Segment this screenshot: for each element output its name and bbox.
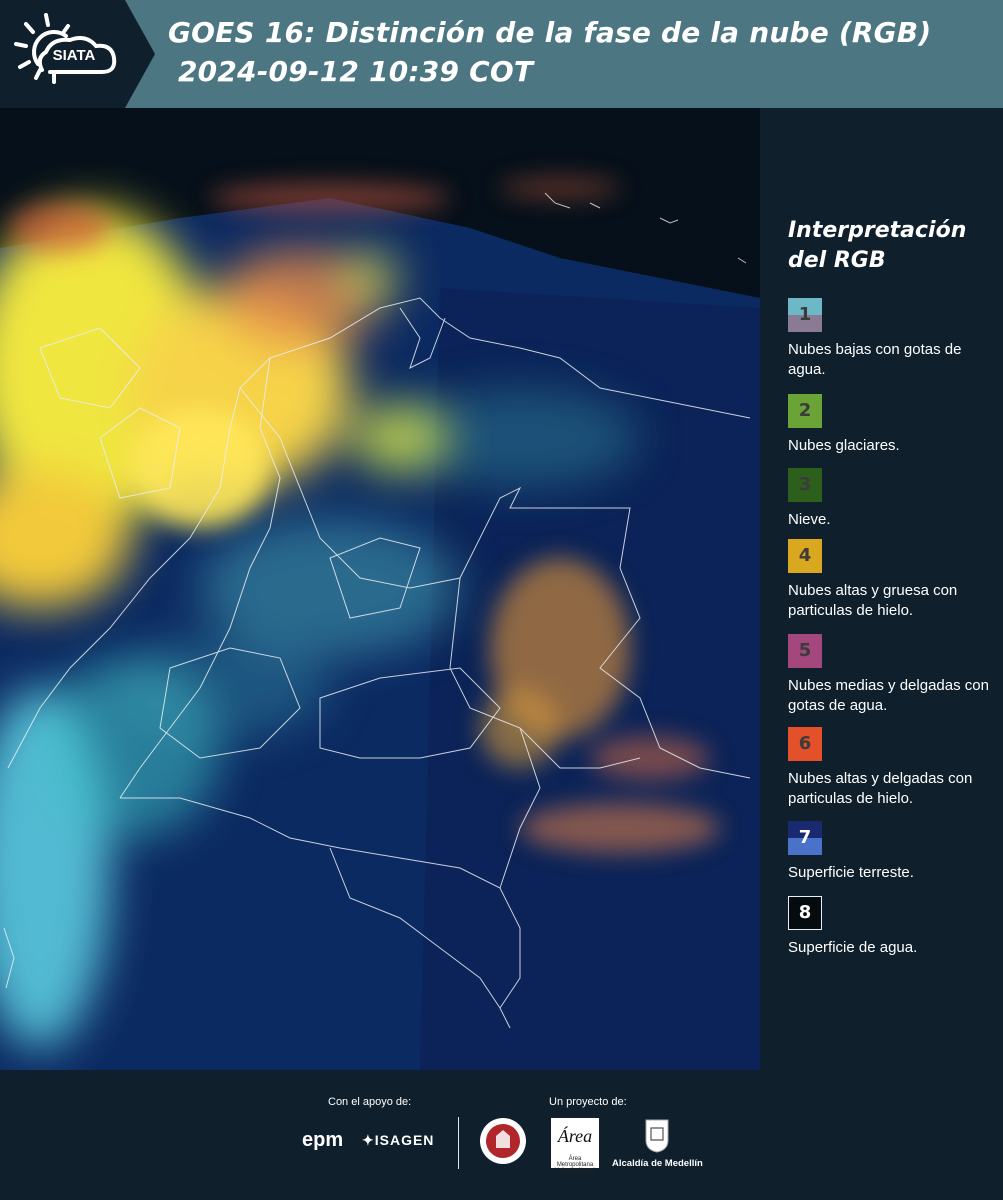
legend-item: 7 Superficie terreste. — [788, 821, 998, 883]
legend-item: 2 Nubes glaciares. — [788, 394, 998, 456]
legend-swatch: 3 — [788, 468, 822, 502]
shield-icon — [645, 1119, 669, 1153]
logo-arrow-decoration — [125, 0, 155, 108]
legend-item: 5 Nubes medias y delgadas con gotas de a… — [788, 634, 998, 716]
siata-logo: SIATA — [0, 0, 125, 108]
epm-logo: epm — [302, 1129, 344, 1151]
legend-swatch: 7 — [788, 821, 822, 855]
project-label: Un proyecto de: — [549, 1096, 627, 1108]
legend-number: 3 — [798, 474, 812, 495]
legend-item: 8 Superficie de agua. — [788, 896, 998, 958]
sun-cloud-icon: SIATA — [14, 13, 117, 84]
svg-text:Área: Área — [557, 1125, 592, 1146]
legend-label: Nubes medias y delgadas con gotas de agu… — [788, 677, 989, 714]
seal-icon — [480, 1118, 526, 1164]
legend-swatch: 2 — [788, 394, 822, 428]
legend-label: Superficie de agua. — [788, 939, 918, 956]
legend-title: Interpretación del RGB — [788, 218, 967, 273]
isagen-label: ISAGEN — [374, 1132, 435, 1148]
support-label: Con el apoyo de: — [328, 1096, 412, 1108]
legend-number: 8 — [798, 902, 812, 923]
legend-item: 1 Nubes bajas con gotas de agua. — [788, 298, 998, 380]
header-bar: SIATA GOES 16: Distinción de la fase de … — [0, 0, 1003, 108]
legend-number: 1 — [798, 304, 812, 325]
footer-divider — [458, 1117, 459, 1169]
legend-label: Superficie terreste. — [788, 864, 914, 881]
alcaldia-label: Alcaldía de Medellín — [612, 1158, 703, 1169]
legend-swatch: 1 — [788, 298, 822, 332]
legend-item: 4 Nubes altas y gruesa con particulas de… — [788, 539, 998, 621]
legend-swatch: 4 — [788, 539, 822, 573]
legend-panel: Interpretación del RGB 1 Nubes bajas con… — [760, 108, 1003, 1070]
legend-label: Nubes altas y gruesa con particulas de h… — [788, 582, 958, 619]
legend-swatch: 5 — [788, 634, 822, 668]
legend-number: 7 — [798, 827, 812, 848]
legend-label: Nubes bajas con gotas de agua. — [788, 341, 962, 378]
rgb-satellite-image — [0, 108, 760, 1070]
page-title: GOES 16: Distinción de la fase de la nub… — [168, 16, 932, 49]
legend-number: 6 — [798, 733, 812, 754]
area-logo-icon: Área — [557, 1125, 592, 1146]
legend-item: 6 Nubes altas y delgadas con particulas … — [788, 727, 998, 809]
page-timestamp: 2024-09-12 10:39 COT — [178, 55, 534, 88]
satellite-map — [0, 108, 760, 1070]
legend-swatch: 6 — [788, 727, 822, 761]
legend-number: 5 — [798, 640, 812, 661]
legend-swatch: 8 — [788, 896, 822, 930]
legend-number: 2 — [798, 400, 812, 421]
isagen-logo: ✦ISAGEN — [362, 1132, 435, 1148]
footer: Con el apoyo de: Un proyecto de: epm ✦IS… — [0, 1070, 1003, 1200]
area-metropolitana-label: Área Metropolitana Valle de Aburrá — [554, 1156, 596, 1174]
legend-label: Nubes altas y delgadas con particulas de… — [788, 770, 973, 807]
legend-label: Nieve. — [788, 511, 831, 528]
svg-text:SIATA: SIATA — [53, 47, 96, 64]
legend-number: 4 — [798, 545, 812, 566]
legend-item: 3 Nieve. — [788, 468, 998, 530]
legend-label: Nubes glaciares. — [788, 437, 900, 454]
